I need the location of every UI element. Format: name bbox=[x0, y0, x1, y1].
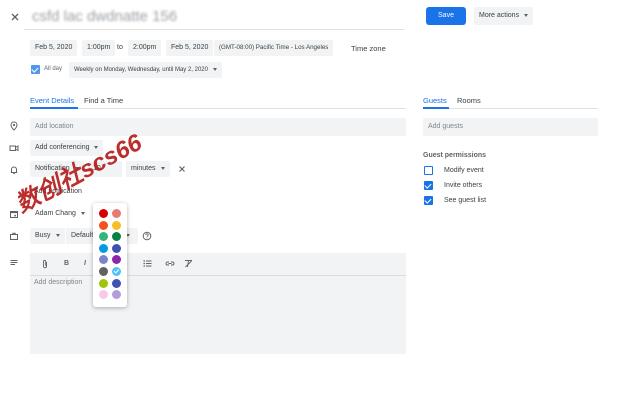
availability-value: Busy bbox=[35, 232, 51, 239]
italic-icon[interactable]: I bbox=[84, 260, 86, 267]
tab-rooms[interactable]: Rooms bbox=[457, 96, 481, 105]
location-input[interactable]: Add location bbox=[30, 118, 406, 136]
link-icon[interactable] bbox=[165, 259, 175, 270]
color-swatch[interactable] bbox=[99, 243, 108, 253]
bell-icon bbox=[9, 165, 19, 175]
location-icon bbox=[9, 121, 19, 131]
color-swatch[interactable] bbox=[112, 220, 121, 230]
to-label: to bbox=[117, 44, 123, 51]
event-title: csfd lac dwdnatte 156 bbox=[32, 8, 178, 25]
modify-event-label: Modify event bbox=[444, 167, 484, 174]
bold-icon[interactable]: B bbox=[64, 260, 69, 267]
selected-check-icon bbox=[113, 268, 119, 274]
guests-tab-active-indicator bbox=[423, 107, 449, 109]
bulleted-list-icon[interactable] bbox=[143, 259, 152, 270]
description-editor[interactable] bbox=[30, 253, 406, 354]
editor-toolbar-divider bbox=[30, 275, 406, 276]
remove-formatting-icon[interactable] bbox=[184, 259, 193, 270]
attachment-icon[interactable] bbox=[41, 259, 49, 271]
more-actions-label: More actions bbox=[479, 12, 520, 19]
tab-event-details[interactable]: Event Details bbox=[30, 96, 74, 105]
help-icon[interactable] bbox=[142, 231, 152, 241]
calendar-icon bbox=[9, 209, 19, 219]
timezone-field[interactable]: (GMT-08:00) Pacific Time - Los Angeles bbox=[214, 40, 334, 56]
guests-tabs-divider bbox=[423, 108, 598, 109]
add-guests-input[interactable]: Add guests bbox=[423, 118, 598, 136]
modify-event-checkbox[interactable] bbox=[424, 166, 433, 175]
tab-find-a-time[interactable]: Find a Time bbox=[84, 96, 123, 105]
tab-active-indicator bbox=[30, 107, 78, 109]
color-swatch[interactable] bbox=[99, 220, 108, 230]
guest-permissions-title: Guest permissions bbox=[423, 152, 487, 159]
end-date-field[interactable]: Feb 5, 2020 bbox=[166, 40, 214, 56]
end-time-field[interactable]: 2:00pm bbox=[128, 40, 162, 56]
start-time-field[interactable]: 1:00pm bbox=[82, 40, 116, 56]
all-day-checkbox[interactable] bbox=[31, 65, 40, 74]
start-date-field[interactable]: Feb 5, 2020 bbox=[30, 40, 78, 56]
tab-guests[interactable]: Guests bbox=[423, 96, 447, 105]
color-swatch[interactable] bbox=[112, 267, 121, 276]
more-actions-button[interactable]: More actions bbox=[474, 7, 534, 25]
recurrence-dropdown[interactable]: Weekly on Monday, Wednesday, until May 2… bbox=[69, 62, 222, 78]
color-swatch[interactable] bbox=[99, 209, 108, 218]
invite-others-label: Invite others bbox=[444, 182, 483, 189]
availability-dropdown[interactable]: Busy bbox=[30, 228, 65, 244]
see-guest-list-label: See guest list bbox=[444, 197, 487, 204]
recurrence-text: Weekly on Monday, Wednesday, until May 2… bbox=[74, 67, 208, 73]
description-icon bbox=[9, 258, 19, 268]
briefcase-icon bbox=[9, 231, 19, 241]
remove-notification-icon[interactable] bbox=[177, 164, 187, 174]
visibility-value: Default bbox=[71, 232, 94, 239]
close-icon[interactable] bbox=[10, 12, 20, 22]
description-placeholder: Add description bbox=[34, 279, 83, 286]
color-swatch[interactable] bbox=[112, 209, 121, 218]
notification-unit: minutes bbox=[131, 165, 156, 172]
notification-unit-dropdown[interactable]: minutes bbox=[126, 161, 170, 177]
all-day-label: All day bbox=[44, 66, 63, 72]
color-swatch[interactable] bbox=[99, 278, 108, 288]
tabs-divider bbox=[30, 108, 406, 109]
save-button[interactable]: Save bbox=[426, 7, 466, 25]
calendar-owner: Adam Chang bbox=[35, 210, 76, 217]
color-swatch[interactable] bbox=[99, 267, 108, 276]
color-swatch[interactable] bbox=[112, 243, 121, 253]
color-picker-popup bbox=[93, 203, 127, 307]
color-swatch[interactable] bbox=[112, 278, 121, 288]
see-guest-list-checkbox[interactable] bbox=[424, 196, 433, 205]
invite-others-checkbox[interactable] bbox=[424, 181, 433, 190]
timezone-link[interactable]: Time zone bbox=[351, 44, 386, 53]
video-camera-icon bbox=[9, 143, 19, 153]
